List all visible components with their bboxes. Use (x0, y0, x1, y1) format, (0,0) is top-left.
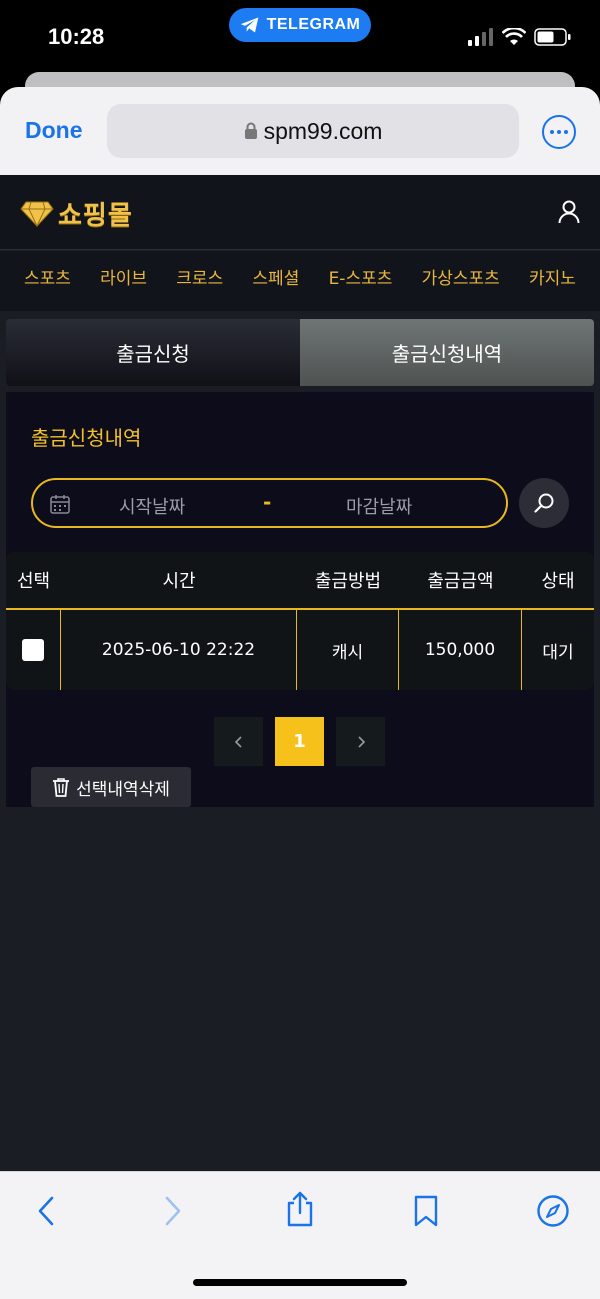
header-time: 시간 (162, 571, 196, 592)
panel-title: 출금신청내역 (31, 426, 142, 450)
nav-item-special[interactable]: 스페셜 (252, 264, 299, 289)
date-separator: - (263, 490, 272, 514)
row-time: 2025-06-10 22:22 (61, 610, 297, 690)
nav-item-casino[interactable]: 카지노 (529, 264, 576, 289)
tab-withdraw-request[interactable]: 출금신청 (6, 319, 300, 386)
browser-bottom-toolbar (0, 1171, 600, 1299)
battery-icon (534, 28, 571, 46)
nav-item-cross[interactable]: 크로스 (176, 264, 223, 289)
header-method: 출금방법 (314, 571, 382, 592)
end-date-input[interactable]: 마감날짜 (346, 493, 412, 519)
home-indicator (193, 1279, 407, 1286)
nav-item-virtual-sports[interactable]: 가상스포츠 (422, 264, 500, 289)
url-text: spm99.com (263, 117, 383, 144)
site-logo[interactable]: 쇼핑몰 (20, 195, 133, 232)
search-icon (534, 493, 554, 513)
logo-text: 쇼핑몰 (58, 201, 133, 231)
nav-item-live[interactable]: 라이브 (100, 264, 147, 289)
browser-top-bar: Done spm99.com (0, 87, 600, 175)
row-select-cell (6, 610, 61, 690)
url-bar[interactable]: spm99.com (107, 104, 519, 158)
telegram-pill-label: TELEGRAM (266, 16, 361, 33)
withdraw-tabs: 출금신청 출금신청내역 (6, 319, 594, 386)
chevron-left-icon (234, 735, 242, 748)
delete-selected-label: 선택내역삭제 (76, 779, 170, 800)
status-bar: 10:28 TELEGRAM (0, 0, 600, 75)
share-icon[interactable] (284, 1190, 316, 1228)
user-icon[interactable] (558, 200, 580, 224)
more-icon[interactable] (542, 115, 576, 149)
chevron-right-icon (357, 735, 365, 748)
bookmark-icon[interactable] (412, 1194, 440, 1228)
next-page-button[interactable] (336, 717, 385, 766)
site-header: 쇼핑몰 (0, 175, 600, 250)
withdraw-history-table: 선택 시간 출금방법 출금금액 상태 2025-06-10 22:22 캐시 1… (6, 552, 594, 690)
page-button-current[interactable]: 1 (275, 717, 324, 766)
search-button[interactable] (519, 478, 569, 528)
compass-icon[interactable] (536, 1194, 570, 1228)
tab-withdraw-history[interactable]: 출금신청내역 (300, 319, 594, 386)
done-button[interactable]: Done (25, 117, 83, 144)
wifi-icon (502, 28, 526, 45)
status-time: 10:28 (48, 24, 105, 49)
signal-icon (468, 28, 493, 46)
forward-icon[interactable] (161, 1194, 183, 1228)
main-nav: 스포츠 라이브 크로스 스페셜 E-스포츠 가상스포츠 카지노 (0, 251, 600, 311)
nav-item-esports[interactable]: E-스포츠 (329, 264, 393, 289)
diamond-icon (20, 201, 54, 227)
row-status: 대기 (542, 642, 574, 663)
table-header: 선택 시간 출금방법 출금금액 상태 (6, 552, 594, 610)
status-icons (468, 28, 572, 46)
nav-item-sports[interactable]: 스포츠 (24, 264, 71, 289)
date-range-filter[interactable]: 시작날짜 - 마감날짜 (31, 478, 508, 528)
row-amount: 150,000 (399, 610, 522, 690)
row-checkbox[interactable] (22, 639, 44, 661)
start-date-input[interactable]: 시작날짜 (119, 493, 185, 519)
site-viewport: 쇼핑몰 스포츠 라이브 크로스 스페셜 E-스포츠 가상스포츠 카지노 출금신청… (0, 175, 600, 1171)
telegram-return-pill[interactable]: TELEGRAM (229, 8, 371, 42)
row-method: 캐시 (297, 610, 399, 690)
back-icon[interactable] (36, 1194, 58, 1228)
pagination: 1 (214, 717, 385, 766)
telegram-icon (240, 17, 258, 33)
lock-icon (244, 122, 257, 139)
withdraw-history-panel: 출금신청내역 시작날짜 - 마감날짜 선택 시간 출금방법 출금금액 상태 20… (6, 392, 594, 807)
table-row: 2025-06-10 22:22 캐시 150,000 대기 (6, 610, 594, 690)
prev-page-button[interactable] (214, 717, 263, 766)
delete-selected-button[interactable]: 선택내역삭제 (31, 767, 191, 807)
header-select: 선택 (16, 571, 51, 592)
calendar-icon (50, 495, 70, 514)
header-status: 상태 (541, 571, 575, 592)
trash-icon (53, 778, 70, 797)
header-amount: 출금금액 (427, 571, 494, 592)
